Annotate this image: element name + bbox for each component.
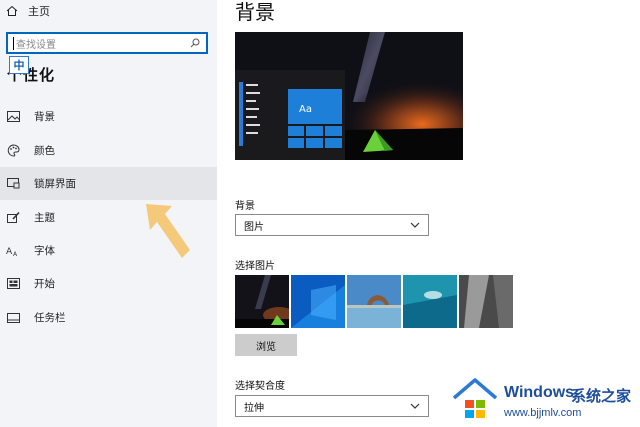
palette-icon [6, 144, 20, 158]
image-icon [6, 110, 20, 124]
sidebar-item-label: 字体 [34, 245, 55, 257]
ime-indicator: 中 [9, 56, 29, 74]
brush-icon [6, 211, 20, 225]
sidebar-item-label: 开始 [34, 278, 55, 290]
search-icon[interactable] [184, 34, 206, 52]
thumbnail-windows-blue[interactable] [291, 275, 345, 328]
sidebar-item-label: 背景 [34, 111, 55, 123]
sidebar-item-taskbar[interactable]: 任务栏 [0, 301, 217, 334]
home-label: 主页 [28, 5, 50, 18]
watermark-brand-cn: 系统之家 [571, 387, 632, 405]
pointer-arrow-icon [146, 204, 190, 258]
browse-button[interactable]: 浏览 [235, 334, 297, 356]
home-icon [6, 5, 18, 17]
fit-dropdown[interactable]: 拉伸 [235, 395, 429, 417]
choose-picture-label: 选择图片 [235, 261, 275, 272]
home-nav-item[interactable]: 主页 [6, 2, 50, 20]
thumbnail-underwater[interactable] [403, 275, 457, 328]
picture-thumbnails [235, 275, 513, 328]
svg-text:A: A [6, 247, 13, 257]
sidebar-item-colors[interactable]: 颜色 [0, 134, 217, 167]
watermark-brand: Windows [504, 384, 575, 401]
taskbar-icon [6, 311, 20, 325]
sidebar-item-background[interactable]: 背景 [0, 100, 217, 133]
thumbnail-night-sky[interactable] [235, 275, 289, 328]
page-title: 背景 [235, 0, 275, 24]
dropdown-value: 拉伸 [244, 402, 264, 414]
svg-text:A: A [13, 251, 18, 257]
search-input[interactable]: 查找设置 [16, 36, 184, 51]
font-icon: AA [6, 244, 20, 258]
lock-screen-icon [6, 177, 20, 191]
sidebar-item-label: 颜色 [34, 145, 55, 157]
chevron-down-icon [410, 401, 420, 412]
watermark-url: www.bjjmlv.com [504, 407, 582, 419]
chevron-down-icon [410, 220, 420, 231]
watermark: Windows 系统之家 www.bjjmlv.com [448, 372, 640, 427]
sidebar-item-lock-screen[interactable]: 锁屏界面 [0, 167, 217, 200]
search-box[interactable]: 查找设置 [6, 32, 208, 54]
lock-screen-preview: Aa [235, 32, 463, 160]
fit-label: 选择契合度 [235, 381, 285, 392]
text-caret [13, 37, 14, 50]
start-icon [6, 277, 20, 291]
dropdown-value: 图片 [244, 221, 264, 233]
background-type-dropdown[interactable]: 图片 [235, 214, 429, 236]
sidebar-item-label: 主题 [34, 212, 55, 224]
thumbnail-cliff[interactable] [459, 275, 513, 328]
preview-tile-label: Aa [299, 104, 312, 115]
house-logo-icon [452, 378, 498, 420]
settings-sidebar: 主页 查找设置 个性化 中 背景 颜色 锁屏界面 主题 AA 字体 开始 任务栏 [0, 0, 217, 427]
sidebar-item-start[interactable]: 开始 [0, 267, 217, 300]
main-panel: 背景 Aa 背景 图片 选择图片 浏览 选择契合度 拉伸 [217, 0, 640, 427]
sidebar-item-label: 任务栏 [34, 312, 66, 324]
background-type-label: 背景 [235, 201, 255, 212]
thumbnail-rock-arch[interactable] [347, 275, 401, 328]
sidebar-item-label: 锁屏界面 [34, 178, 76, 190]
